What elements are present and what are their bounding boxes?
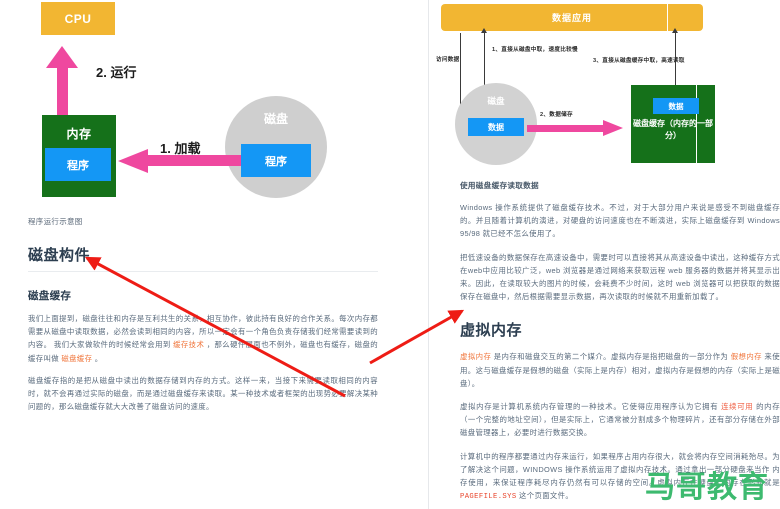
paragraph-virtual-memory-1: 虚拟内存 是内存和磁盘交互的第二个媒介。虚拟内存是指把磁盘的一部分作为 假想内存… — [460, 350, 780, 390]
paragraph-disk-cache-1: 我们上面提到，磁盘往往和内存是互利共生的关系，相互协作，彼此持有良好的合作关系。… — [28, 312, 378, 365]
figure-caption-right: 使用磁盘缓存读取数据 — [460, 181, 539, 190]
program-execution-diagram: CPU 2. 运行 内存 程序 磁盘 程序 1. 加载 程序运行示意图 — [0, 0, 396, 226]
label-access-data: 访问数据 — [436, 57, 460, 63]
step2-run-label: 2. 运行 — [96, 65, 137, 80]
data-application-bar: 数据应用 — [441, 4, 703, 31]
step1-arrow-head-icon — [481, 28, 487, 33]
data-application-divider — [667, 4, 669, 31]
right-column: 数据应用 访问数据 1、直接从磁盘中取，速度比较慢 3、直接从磁盘缓存中取，高速… — [430, 0, 780, 509]
step3-arrow-head-icon — [672, 28, 678, 33]
keyword-imaginary-memory: 假想内存 — [730, 352, 762, 362]
paragraph-web-cache: 把低速设备的数据保存在高速设备中，需要时可以直接将其从高速设备中读出，这种缓存方… — [460, 252, 780, 302]
label-step3-fast-read: 3、直接从磁盘缓存中取，高速读取 — [593, 58, 685, 64]
data-in-cache-box: 数据 — [653, 98, 699, 114]
page-root: CPU 2. 运行 内存 程序 磁盘 程序 1. 加载 程序运行示意图 磁盘构件… — [0, 0, 780, 509]
right-disk-label: 磁盘 — [487, 96, 505, 106]
disk-label: 磁盘 — [263, 112, 288, 126]
para4-text-a: 虚拟内存是计算机系统内存管理的一种技术。它使得应用程序认为它拥有 — [460, 402, 722, 412]
program-in-memory-box: 程序 — [45, 148, 111, 181]
section-heading-disk-components: 磁盘构件 — [28, 247, 91, 264]
paragraph-virtual-memory-2: 虚拟内存是计算机系统内存管理的一种技术。它使得应用程序认为它拥有 连续可用 的内… — [460, 400, 780, 440]
heading-rule — [28, 271, 378, 272]
right-article-body: 使用磁盘缓存读取数据 Windows 操作系统提供了磁盘缓存技术。不过，对于大部… — [460, 180, 780, 509]
watermark-logo: 马哥教育 — [645, 470, 769, 505]
keyword-virtual-memory: 虚拟内存 — [460, 352, 492, 362]
paragraph-disk-cache-2: 磁盘缓存指的是把从磁盘中读出的数据存储到内存的方式。这样一来，当接下来需要读取相… — [28, 375, 378, 412]
pagefile-sys-code: PAGEFILE.SYS — [460, 493, 517, 502]
column-divider-right — [428, 0, 429, 509]
keyword-contiguous-available: 连续可用 — [721, 402, 754, 412]
label-step1-slow-read: 1、直接从磁盘中取，速度比较慢 — [492, 47, 578, 53]
data-store-arrow-head-icon — [603, 120, 623, 136]
keyword-cache-technology: 缓存技术 — [173, 340, 205, 350]
program-on-disk-box: 程序 — [241, 144, 311, 177]
para1-text-c: 。 — [92, 353, 103, 363]
para5-text-b: 这个页面文件。 — [516, 491, 574, 501]
data-store-arrow-shaft-icon — [527, 125, 607, 132]
para3-text-a: 是内存和磁盘交互的第二个媒介。虚拟内存是指把磁盘的一部分作为 — [491, 352, 731, 362]
keyword-disk-cache: 磁盘缓存 — [61, 353, 93, 363]
label-step2-data-store: 2、数据储存 — [540, 112, 573, 118]
load-arrow-head-icon — [118, 149, 148, 173]
figure-caption: 程序运行示意图 — [28, 217, 83, 226]
disk-cache-label: 磁盘缓存（内存的一部分） — [633, 119, 713, 140]
left-article-body: 磁盘构件 磁盘缓存 我们上面提到，磁盘往往和内存是互利共生的关系，相互协作，彼此… — [28, 244, 378, 421]
left-column: CPU 2. 运行 内存 程序 磁盘 程序 1. 加载 程序运行示意图 磁盘构件… — [0, 0, 396, 509]
paragraph-windows-cache: Windows 操作系统提供了磁盘缓存技术。不过，对于大部分用户来说是感受不到磁… — [460, 203, 780, 239]
disk-cache-diagram: 数据应用 访问数据 1、直接从磁盘中取，速度比较慢 3、直接从磁盘缓存中取，高速… — [430, 0, 780, 178]
cpu-box: CPU — [41, 2, 115, 35]
step1-load-label: 1. 加载 — [160, 141, 201, 156]
subheading-disk-cache: 磁盘缓存 — [28, 290, 72, 302]
section-heading-virtual-memory: 虚拟内存 — [460, 322, 523, 340]
data-on-disk-box: 数据 — [468, 118, 524, 136]
